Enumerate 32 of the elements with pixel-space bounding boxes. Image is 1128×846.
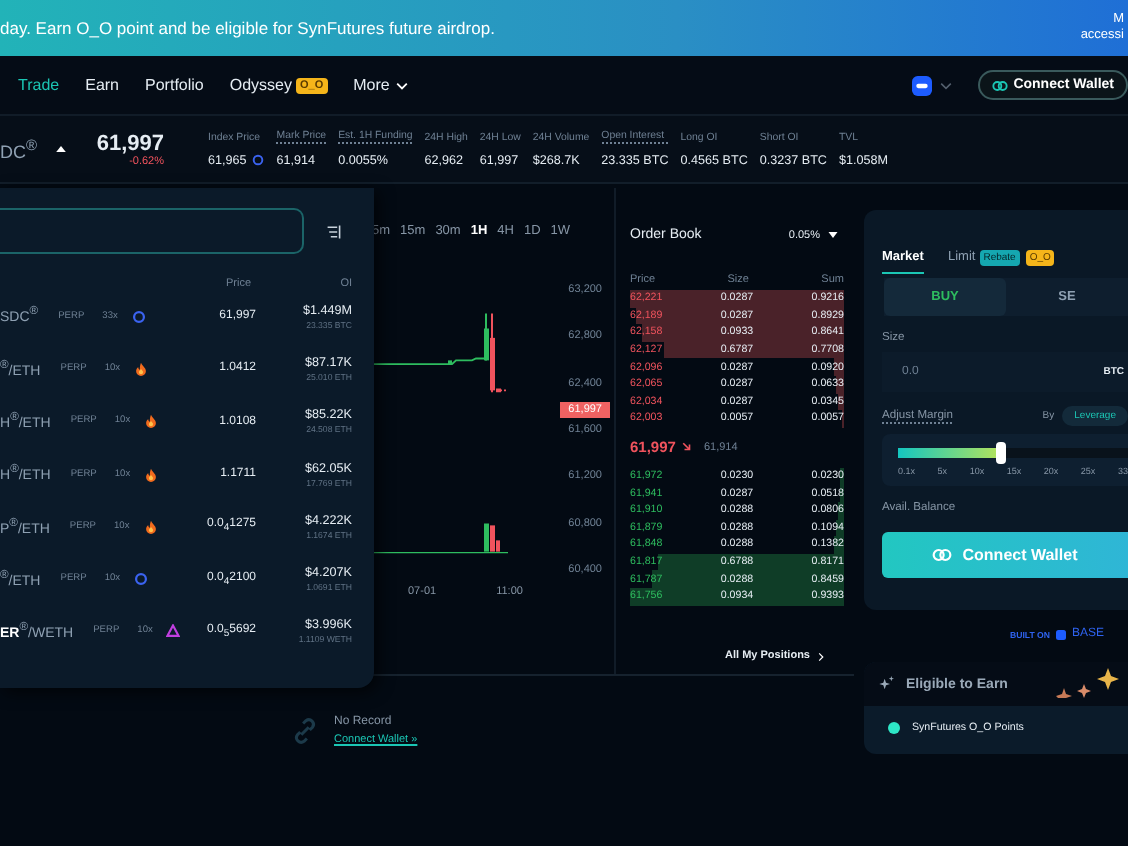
caret-up-icon[interactable] [55,146,66,152]
caret-down-icon [828,232,838,238]
nav-link[interactable]: Trade [18,76,60,94]
link-icon [991,79,1008,91]
nav-link[interactable]: Odyssey [229,76,292,94]
last-price: 61,997 [96,131,164,155]
banner-text: day. Earn O_O point and be eligible for SynFutures future airdrop. [0,18,495,38]
flame-icon [144,467,159,482]
nav-link[interactable]: More [353,76,390,94]
link-icon [932,548,953,562]
flame-icon [144,414,159,429]
ring-icon [131,309,146,324]
status-dot [888,722,900,734]
flame-icon [143,519,158,534]
ring-icon [134,572,149,587]
slider-thumb[interactable] [995,442,1006,464]
flame-icon [134,361,149,376]
chevron-right-icon [818,651,824,661]
link-icon [290,716,320,746]
nav-link[interactable]: Portfolio [145,76,204,94]
nav-link[interactable]: Earn [85,76,120,94]
square-logo-icon [1055,629,1066,639]
arrow-down-icon [681,442,692,453]
triangle-icon [166,624,181,639]
slider-track[interactable] [898,448,1128,458]
ring-icon [252,154,265,166]
sort-icon[interactable] [326,223,342,239]
pair-name[interactable]: DC$^{®}$ [0,136,38,162]
search-field[interactable] [0,208,304,254]
sparkle-icon [878,676,894,692]
chevron-down-icon[interactable] [939,81,952,89]
network-icon[interactable] [911,75,932,95]
